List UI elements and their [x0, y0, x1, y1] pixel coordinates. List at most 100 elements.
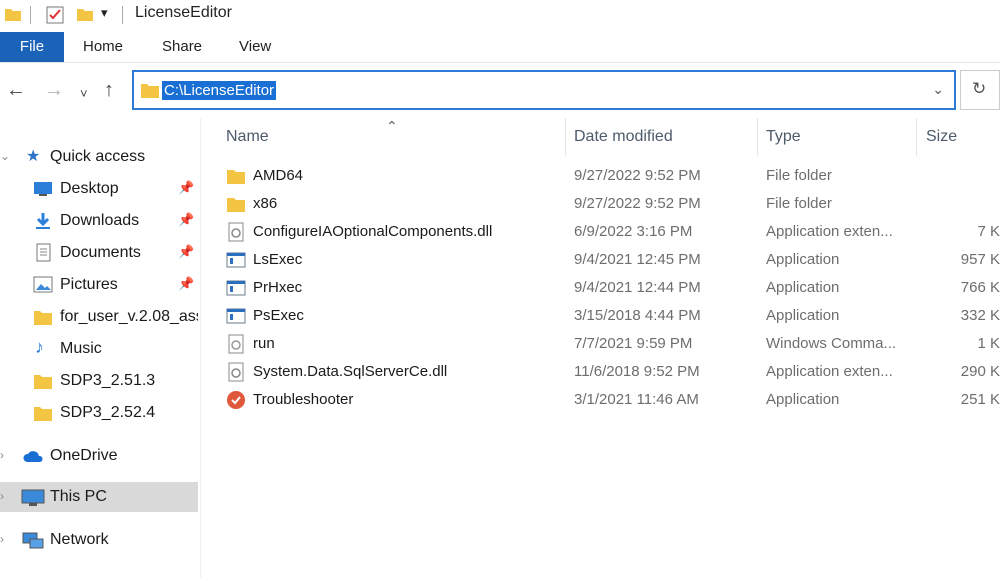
nav-onedrive[interactable]: › OneDrive	[0, 441, 198, 471]
file-row[interactable]: PsExec 3/15/2018 4:44 PM Application 332 K	[201, 302, 1000, 330]
recent-locations-icon[interactable]: ˅	[80, 84, 88, 104]
refresh-button[interactable]: ↻	[960, 70, 1000, 110]
file-type: Application	[766, 391, 840, 408]
troubleshooter-icon	[227, 391, 245, 409]
file-size: 290 K	[960, 363, 1000, 380]
file-name: AMD64	[253, 167, 304, 184]
file-row[interactable]: AMD64 9/27/2022 9:52 PM File folder	[201, 162, 1000, 190]
tab-home[interactable]: Home	[83, 32, 123, 62]
nav-item-sdp3-2-52-4[interactable]: SDP3_2.52.4	[0, 398, 198, 428]
documents-icon	[36, 243, 51, 262]
file-row[interactable]: PrHxec 9/4/2021 12:44 PM Application 766 K	[201, 274, 1000, 302]
tab-view[interactable]: View	[239, 32, 271, 62]
file-date: 9/27/2022 9:52 PM	[574, 167, 701, 184]
tab-file[interactable]: File	[0, 32, 64, 62]
file-name: PrHxec	[253, 279, 303, 296]
star-icon: ★	[26, 148, 41, 165]
file-size: 957 K	[960, 251, 1000, 268]
file-type: Application exten...	[766, 363, 893, 380]
toolbar-separator	[122, 6, 123, 24]
file-list: ⌃ Name Date modified Type Size AMD64 9/27…	[201, 118, 1000, 578]
chevron-right-icon[interactable]: ›	[0, 448, 4, 462]
chevron-down-icon[interactable]: ⌄	[0, 149, 10, 163]
back-arrow-icon[interactable]: ←	[6, 80, 26, 100]
file-row[interactable]: System.Data.SqlServerCe.dll 11/6/2018 9:5…	[201, 358, 1000, 386]
file-size: 1 K	[977, 335, 1000, 352]
column-header-type[interactable]: Type	[766, 128, 801, 146]
downloads-icon	[36, 213, 50, 229]
customize-toolbar-icon[interactable]: ▾	[101, 5, 108, 21]
column-divider[interactable]	[916, 118, 917, 156]
column-header-size[interactable]: Size	[926, 128, 957, 146]
file-row[interactable]: x86 9/27/2022 9:52 PM File folder	[201, 190, 1000, 218]
chevron-right-icon[interactable]: ›	[0, 489, 4, 503]
nav-this-pc[interactable]: › This PC	[0, 482, 198, 512]
file-type: File folder	[766, 167, 832, 184]
navigation-pane: ⌄ ★ Quick access Desktop 📌 Downloads 📌 D…	[0, 118, 201, 578]
nav-network[interactable]: › Network	[0, 525, 198, 555]
properties-icon[interactable]	[45, 5, 65, 25]
nav-quick-access[interactable]: ⌄ ★ Quick access	[0, 142, 198, 172]
pin-icon[interactable]: 📌	[178, 212, 194, 228]
nav-label: Desktop	[60, 180, 119, 197]
toolbar-separator	[30, 6, 31, 24]
address-path[interactable]: C:\LicenseEditor	[162, 81, 277, 100]
folder-icon	[227, 170, 245, 184]
dll-icon	[228, 222, 244, 242]
chevron-right-icon[interactable]: ›	[0, 532, 4, 546]
forward-arrow-icon[interactable]: →	[44, 80, 64, 100]
file-type: File folder	[766, 195, 832, 212]
nav-label: Downloads	[60, 212, 140, 229]
file-date: 7/7/2021 9:59 PM	[574, 335, 693, 352]
new-folder-icon[interactable]	[76, 5, 94, 23]
computer-icon	[21, 489, 45, 506]
up-arrow-icon[interactable]: ↑	[104, 80, 114, 100]
pin-icon[interactable]: 📌	[178, 276, 194, 292]
nav-label: SDP3_2.52.4	[60, 404, 156, 421]
file-row[interactable]: run 7/7/2021 9:59 PM Windows Comma... 1 K	[201, 330, 1000, 358]
file-name: PsExec	[253, 307, 304, 324]
file-date: 3/1/2021 11:46 AM	[574, 391, 699, 408]
column-divider[interactable]	[565, 118, 566, 156]
file-date: 6/9/2022 3:16 PM	[574, 223, 693, 240]
nav-item-music[interactable]: ♪ Music	[0, 334, 198, 364]
pin-icon[interactable]: 📌	[178, 244, 194, 260]
file-row[interactable]: ConfigureIAOptionalComponents.dll 6/9/202…	[201, 218, 1000, 246]
dll-icon	[228, 362, 244, 382]
file-size: 7 K	[977, 223, 1000, 240]
folder-icon	[34, 407, 52, 421]
file-type: Windows Comma...	[766, 335, 897, 352]
file-date: 9/4/2021 12:44 PM	[574, 279, 701, 296]
file-size: 332 K	[960, 307, 1000, 324]
music-icon: ♪	[35, 337, 44, 357]
file-type: Application exten...	[766, 223, 893, 240]
folder-icon	[5, 9, 21, 21]
folder-icon	[141, 84, 159, 98]
tab-share[interactable]: Share	[162, 32, 202, 62]
file-name: System.Data.SqlServerCe.dll	[253, 363, 448, 380]
nav-label: Pictures	[60, 276, 118, 293]
refresh-icon: ↻	[972, 79, 987, 98]
app-icon	[226, 252, 246, 268]
nav-label: Documents	[60, 244, 141, 261]
file-size: 251 K	[960, 391, 1000, 408]
file-date: 3/15/2018 4:44 PM	[574, 307, 701, 324]
nav-label: for_user_v.2.08_assi	[60, 308, 198, 325]
nav-item-for-user[interactable]: for_user_v.2.08_assi	[0, 302, 198, 332]
column-divider[interactable]	[757, 118, 758, 156]
nav-item-pictures[interactable]: Pictures 📌	[0, 270, 198, 300]
nav-item-desktop[interactable]: Desktop 📌	[0, 174, 198, 204]
nav-item-sdp3-2-51-3[interactable]: SDP3_2.51.3	[0, 366, 198, 396]
column-header-name[interactable]: Name	[226, 128, 269, 146]
file-row[interactable]: Troubleshooter 3/1/2021 11:46 AM Applicati…	[201, 386, 1000, 414]
nav-item-documents[interactable]: Documents 📌	[0, 238, 198, 268]
pin-icon[interactable]: 📌	[178, 180, 194, 196]
nav-item-downloads[interactable]: Downloads 📌	[0, 206, 198, 236]
nav-label: Quick access	[50, 148, 146, 165]
column-header-date[interactable]: Date modified	[574, 128, 673, 146]
file-row[interactable]: LsExec 9/4/2021 12:45 PM Application 957 K	[201, 246, 1000, 274]
address-dropdown-icon[interactable]: ⌄	[932, 81, 944, 98]
file-name: LsExec	[253, 251, 303, 268]
ribbon: File Home Share View	[0, 32, 1000, 63]
nav-label: Music	[60, 340, 102, 357]
